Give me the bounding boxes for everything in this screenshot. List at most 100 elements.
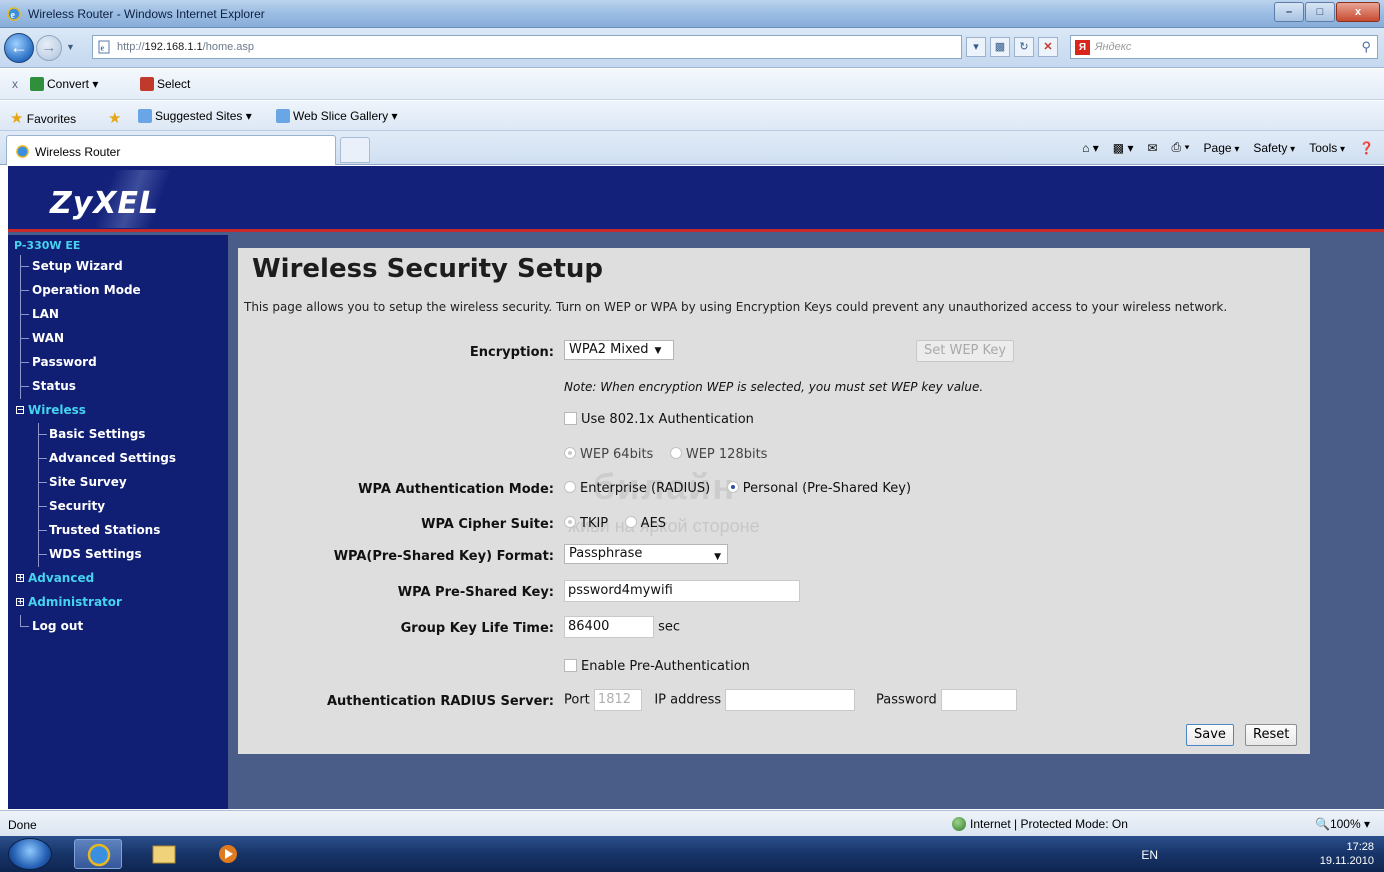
safety-menu[interactable]: Safety xyxy=(1253,141,1295,155)
close-window-button[interactable]: x xyxy=(1336,2,1380,22)
add-favorites-icon[interactable]: ★ xyxy=(108,109,121,127)
favorites-button[interactable]: ★ Favorites xyxy=(10,109,76,127)
search-field[interactable]: Я Яндекс ⚲ xyxy=(1070,35,1378,59)
ie-page-icon xyxy=(138,109,152,123)
sidebar-item-advanced-settings[interactable]: Advanced Settings xyxy=(14,447,224,471)
stop-icon[interactable]: ✕ xyxy=(1038,37,1058,57)
sidebar-item-setup-wizard[interactable]: Setup Wizard xyxy=(14,255,224,279)
convert-button[interactable]: Convert ▾ xyxy=(30,77,98,91)
expand-icon[interactable]: + xyxy=(16,574,24,582)
svg-text:e: e xyxy=(11,10,16,21)
wep128-radio[interactable] xyxy=(669,447,682,459)
search-icon[interactable]: ⚲ xyxy=(1361,39,1371,55)
enterprise-option[interactable]: Enterprise (RADIUS) xyxy=(564,481,710,496)
sidebar-item-wds-settings[interactable]: WDS Settings xyxy=(14,543,224,567)
use-8021x-option[interactable]: Use 802.1x Authentication xyxy=(564,412,754,427)
sidebar-item-administrator[interactable]: + Administrator xyxy=(14,591,224,615)
sidebar-item-security[interactable]: Security xyxy=(14,495,224,519)
security-zone[interactable]: Internet | Protected Mode: On xyxy=(952,817,1128,831)
group-key-input[interactable]: 86400 xyxy=(564,616,654,638)
clock[interactable]: 17:28 19.11.2010 xyxy=(1320,840,1374,868)
suggested-sites-button[interactable]: Suggested Sites ▾ xyxy=(138,109,252,123)
sidebar-item-site-survey[interactable]: Site Survey xyxy=(14,471,224,495)
page-description: This page allows you to setup the wirele… xyxy=(244,300,1228,314)
mail-icon[interactable]: ✉ xyxy=(1147,141,1157,155)
ip-address-input[interactable] xyxy=(725,689,856,711)
web-slice-gallery-button[interactable]: Web Slice Gallery ▾ xyxy=(276,109,398,123)
enterprise-radio[interactable] xyxy=(564,481,576,493)
sidebar-item-wan[interactable]: WAN xyxy=(14,327,224,351)
print-icon[interactable]: ⎙ ▾ xyxy=(1172,140,1190,155)
expand-icon[interactable]: + xyxy=(16,598,24,606)
tkip-option[interactable]: TKIP xyxy=(564,516,608,531)
encryption-label: Encryption: xyxy=(469,345,554,360)
language-indicator[interactable]: EN xyxy=(1141,848,1158,862)
psk-format-select[interactable]: Passphrase ▼ xyxy=(564,544,728,564)
sidebar-item-log-out[interactable]: Log out xyxy=(14,615,224,639)
tools-menu[interactable]: Tools xyxy=(1309,141,1345,155)
save-button[interactable]: Save xyxy=(1186,724,1234,746)
close-toolbar-button[interactable]: x xyxy=(12,77,18,91)
sidebar-item-password[interactable]: Password xyxy=(14,351,224,375)
wep64-label: WEP 64bits xyxy=(580,447,654,462)
wep128-option[interactable]: WEP 128bits xyxy=(669,447,767,462)
home-icon[interactable]: ⌂ ▾ xyxy=(1082,141,1099,155)
set-wep-key-button[interactable]: Set WEP Key xyxy=(916,340,1015,362)
compatibility-view-icon[interactable]: ▩ xyxy=(990,37,1010,57)
select-button[interactable]: Select xyxy=(140,77,190,91)
psk-input[interactable]: pssword4mywifi xyxy=(564,580,800,602)
zoom-control[interactable]: 🔍100% ▾ xyxy=(1315,817,1370,831)
taskbar-ie-button[interactable] xyxy=(74,839,122,869)
sidebar-item-label: Site Survey xyxy=(49,475,127,489)
tab-bar: Wireless Router ⌂ ▾ ▩ ▾ ✉ ⎙ ▾ Page Safet… xyxy=(0,131,1384,165)
address-field[interactable]: e http://192.168.1.1/home.asp xyxy=(92,35,962,59)
pre-auth-label: Enable Pre-Authentication xyxy=(581,659,750,674)
collapse-icon[interactable]: − xyxy=(16,406,24,414)
sidebar-item-operation-mode[interactable]: Operation Mode xyxy=(14,279,224,303)
sidebar-item-label: Trusted Stations xyxy=(49,523,161,537)
port-input[interactable]: 1812 xyxy=(593,689,642,711)
aes-label: AES xyxy=(640,516,667,531)
encryption-select[interactable]: WPA2 Mixed ▼ xyxy=(564,340,674,360)
aes-option[interactable]: AES xyxy=(624,516,667,531)
back-button[interactable]: ← xyxy=(4,33,34,63)
pre-auth-checkbox[interactable] xyxy=(564,659,577,672)
wep64-radio[interactable] xyxy=(564,447,576,459)
ie-page-icon xyxy=(276,109,290,123)
reset-button[interactable]: Reset xyxy=(1245,724,1298,746)
feeds-icon[interactable]: ▩ ▾ xyxy=(1113,141,1134,155)
sidebar-item-trusted-stations[interactable]: Trusted Stations xyxy=(14,519,224,543)
chevron-down-icon: ▼ xyxy=(654,346,662,356)
status-bar: Done Internet | Protected Mode: On 🔍100%… xyxy=(0,810,1384,836)
sidebar-item-lan[interactable]: LAN xyxy=(14,303,224,327)
refresh-icon[interactable]: ↻ xyxy=(1014,37,1034,57)
minimize-button[interactable]: – xyxy=(1274,2,1304,22)
personal-radio[interactable] xyxy=(726,481,739,493)
help-icon[interactable]: ❓ xyxy=(1359,141,1374,155)
taskbar-media-button[interactable] xyxy=(212,839,260,869)
status-text: Done xyxy=(8,818,37,832)
sidebar-item-basic-settings[interactable]: Basic Settings xyxy=(14,423,224,447)
taskbar-explorer-button[interactable] xyxy=(140,839,188,869)
new-tab-button[interactable] xyxy=(340,137,370,163)
start-button[interactable] xyxy=(8,838,52,870)
page-menu[interactable]: Page xyxy=(1204,141,1240,155)
cipher-suite-label: WPA Cipher Suite: xyxy=(421,517,554,532)
sidebar-item-label: Setup Wizard xyxy=(32,259,123,273)
sidebar-item-wireless[interactable]: − Wireless xyxy=(14,399,224,423)
history-dropdown-icon[interactable]: ▼ xyxy=(66,42,75,52)
tab-wireless-router[interactable]: Wireless Router xyxy=(6,135,336,165)
use-8021x-checkbox[interactable] xyxy=(564,412,577,425)
maximize-button[interactable]: □ xyxy=(1305,2,1335,22)
wep64-option[interactable]: WEP 64bits xyxy=(564,447,653,462)
address-dropdown-icon[interactable]: ▾ xyxy=(966,37,986,57)
forward-button[interactable]: → xyxy=(36,35,62,61)
sidebar-item-status[interactable]: Status xyxy=(14,375,224,399)
personal-option[interactable]: Personal (Pre-Shared Key) xyxy=(726,481,911,496)
radius-password-input[interactable] xyxy=(940,689,1017,711)
pre-auth-option[interactable]: Enable Pre-Authentication xyxy=(564,659,750,674)
sidebar-item-advanced[interactable]: + Advanced xyxy=(14,567,224,591)
aes-radio[interactable] xyxy=(624,516,637,528)
tkip-radio[interactable] xyxy=(564,516,576,528)
router-menu: Setup Wizard Operation Mode LAN WAN Password… xyxy=(14,255,224,639)
